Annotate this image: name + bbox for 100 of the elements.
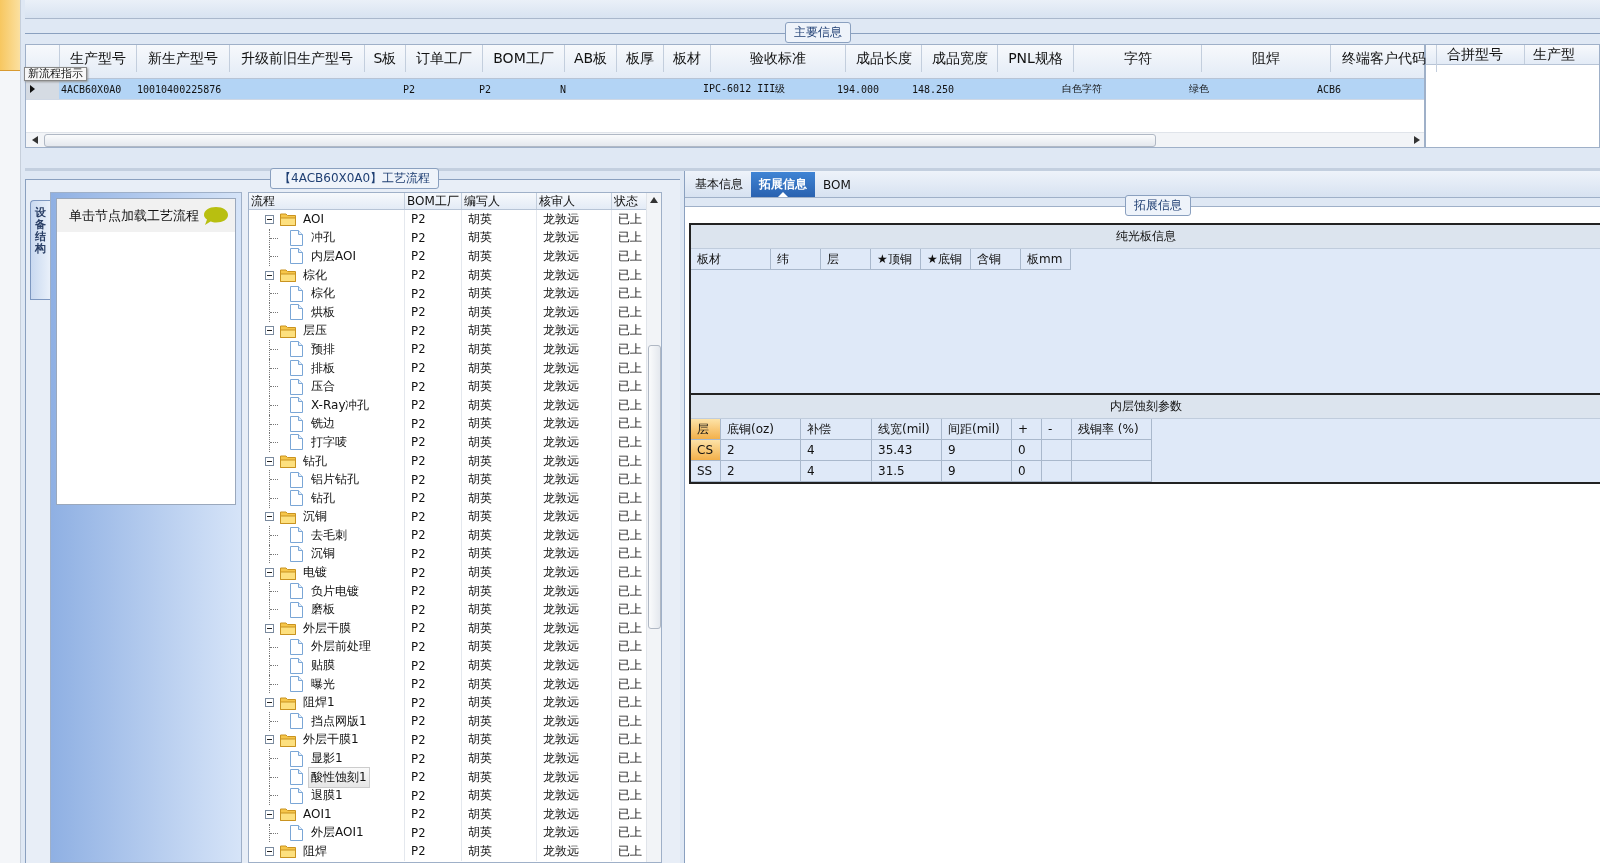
column-header[interactable]: 板材 xyxy=(664,45,711,72)
table-cell: 龙敦远 xyxy=(537,321,612,341)
column-header[interactable]: AB板 xyxy=(565,45,617,72)
horizontal-scrollbar[interactable] xyxy=(26,132,1424,147)
column-header[interactable]: 成品宽度 xyxy=(922,45,998,72)
column-header[interactable]: 补偿 xyxy=(801,419,872,440)
table-cell: 龙敦远 xyxy=(537,340,612,359)
tab[interactable]: BOM xyxy=(815,172,859,197)
vertical-tab[interactable]: 设备结构 xyxy=(30,200,50,300)
column-header[interactable]: 层 xyxy=(691,419,721,440)
table-cell: 龙敦远 xyxy=(537,600,612,620)
table-cell: 胡英 xyxy=(462,470,537,489)
column-header[interactable]: PNL规格 xyxy=(998,45,1074,72)
tree-node[interactable]: 外层AOI1 xyxy=(308,822,367,844)
group-title: 【4ACB60X0A0】工艺流程 xyxy=(270,168,440,189)
column-header[interactable]: S板 xyxy=(365,45,406,72)
column-header[interactable]: ★底铜 xyxy=(921,249,971,270)
collapse-icon[interactable] xyxy=(265,270,274,280)
collapse-icon[interactable] xyxy=(265,456,274,466)
table-cell: P2 xyxy=(405,284,462,303)
document-icon xyxy=(290,527,303,544)
column-header[interactable]: 层 xyxy=(821,249,871,270)
tree-node[interactable]: 沉铜 xyxy=(308,543,338,565)
collapse-icon[interactable] xyxy=(265,326,274,336)
column-header[interactable]: 验收标准 xyxy=(711,45,846,72)
column-header[interactable]: BOM工厂 xyxy=(483,45,565,72)
column-header[interactable]: 字符 xyxy=(1074,45,1202,72)
column-header[interactable]: - xyxy=(1042,419,1072,440)
tree-node[interactable]: 棕化 xyxy=(300,264,330,286)
collapse-icon[interactable] xyxy=(265,623,274,633)
column-header[interactable]: ★顶铜 xyxy=(871,249,921,270)
table-cell: 龙敦远 xyxy=(537,210,612,229)
collapse-icon[interactable] xyxy=(265,698,274,708)
tree-node[interactable]: 退膜1 xyxy=(308,785,346,807)
table-cell[interactable]: CS xyxy=(691,440,721,461)
table-cell: 胡英 xyxy=(462,544,537,564)
column-header[interactable]: 板mm xyxy=(1021,249,1071,270)
tree-node[interactable]: 排板 xyxy=(308,357,338,379)
column-header[interactable]: 间距(mil) xyxy=(942,419,1012,440)
collapse-icon[interactable] xyxy=(265,847,274,856)
column-header[interactable]: 核审人 xyxy=(537,193,612,209)
table-cell: 胡英 xyxy=(462,377,537,396)
vertical-scrollbar[interactable] xyxy=(646,193,661,862)
table-cell: P2 xyxy=(405,842,462,861)
table-cell: 龙敦远 xyxy=(537,674,612,694)
column-header[interactable]: 合拼型号 xyxy=(1426,45,1525,64)
column-header[interactable]: + xyxy=(1012,419,1042,440)
table-cell: 胡英 xyxy=(462,358,537,378)
column-header[interactable]: 编写人 xyxy=(462,193,537,209)
column-header[interactable]: 阻焊 xyxy=(1202,45,1331,72)
column-header[interactable]: BOM工厂 xyxy=(405,193,462,209)
column-header[interactable]: 线宽(mil) xyxy=(872,419,942,440)
table-cell: 龙敦远 xyxy=(537,656,612,675)
table-cell: 龙敦远 xyxy=(537,358,612,378)
tab[interactable]: 基本信息 xyxy=(687,172,751,197)
scroll-up-icon[interactable] xyxy=(650,197,658,203)
column-header[interactable]: 含铜 xyxy=(971,249,1021,270)
collapse-icon[interactable] xyxy=(265,214,274,224)
tree-node[interactable]: 冲孔 xyxy=(308,227,338,249)
column-header[interactable]: 新生产型号 xyxy=(137,45,230,72)
folder-icon xyxy=(280,509,296,524)
column-header[interactable]: 板厚 xyxy=(617,45,664,72)
collapse-icon[interactable] xyxy=(265,568,274,578)
column-header[interactable]: 纬 xyxy=(771,249,821,270)
folder-icon xyxy=(280,695,296,710)
tab[interactable]: 拓展信息 xyxy=(751,172,815,197)
collapse-icon[interactable] xyxy=(265,512,274,522)
tree-node[interactable]: 酸性蚀刻1 xyxy=(308,766,370,788)
table-cell: P2 xyxy=(405,712,462,731)
scroll-left-icon[interactable] xyxy=(32,136,38,144)
column-header[interactable]: 升级前旧生产型号 xyxy=(230,45,365,72)
tree-node[interactable]: 显影1 xyxy=(308,748,346,769)
scroll-right-icon[interactable] xyxy=(1414,136,1420,144)
tree-node[interactable]: AOI1 xyxy=(300,805,335,824)
collapse-icon[interactable] xyxy=(265,735,274,745)
collapse-icon[interactable] xyxy=(265,809,274,819)
table-cell: P2 xyxy=(405,767,462,787)
column-header[interactable]: 成品长度 xyxy=(846,45,922,72)
column-header[interactable]: 生产型 xyxy=(1525,45,1599,64)
column-header[interactable]: 订单工厂 xyxy=(406,45,483,72)
tree-node[interactable]: 钻孔 xyxy=(300,450,330,472)
tree-node[interactable]: 外层前处理 xyxy=(308,636,374,658)
table-cell[interactable]: SS xyxy=(691,461,721,482)
column-header[interactable]: 底铜(oz) xyxy=(721,419,801,440)
table-cell: P2 xyxy=(405,637,462,657)
document-icon xyxy=(290,676,303,693)
column-header[interactable]: 残铜率 (%) xyxy=(1072,419,1152,440)
table-cell: P2 xyxy=(405,526,462,545)
tooltip: 新流程指示 xyxy=(24,67,87,81)
table-cell: 龙敦远 xyxy=(537,563,612,582)
table-cell: 龙敦远 xyxy=(537,749,612,768)
tree-node[interactable]: 外层干膜1 xyxy=(300,729,362,751)
table-cell: 胡英 xyxy=(462,693,537,713)
tree-node[interactable]: AOI xyxy=(300,210,327,229)
tree-node[interactable]: 内层AOI xyxy=(308,246,359,267)
column-header[interactable]: 流程 xyxy=(249,193,405,209)
column-header[interactable]: 板材 xyxy=(691,249,771,270)
table-cell-text: 4ACB60X0A0 xyxy=(60,82,123,97)
tree-node[interactable]: 阻焊 xyxy=(300,841,330,862)
table-cell: 31.5 xyxy=(872,461,942,482)
